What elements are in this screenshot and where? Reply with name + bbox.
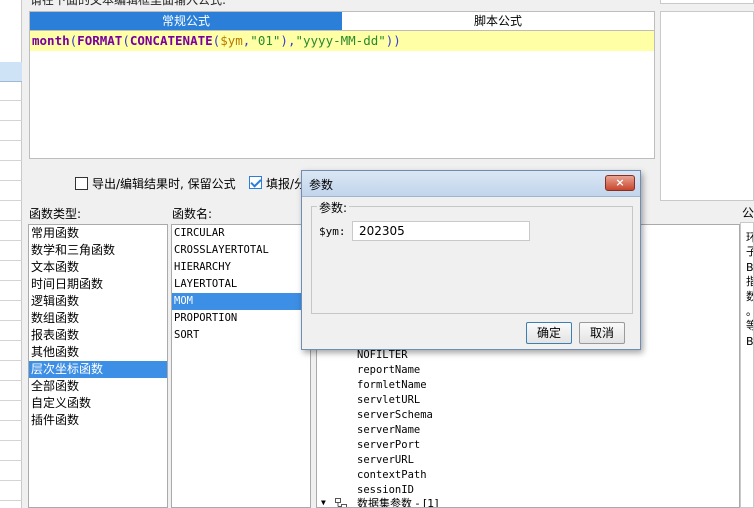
tree-node[interactable]: servletURL [357,393,420,408]
function-name-list[interactable]: CIRCULAR CROSSLAYERTOTAL HIERARCHY LAYER… [171,224,311,508]
close-icon: × [615,176,625,189]
tree-node[interactable]: serverSchema [357,408,433,423]
tab-script-formula[interactable]: 脚本公式 [342,12,654,30]
formula-tab-bar: 常规公式 脚本公式 [29,11,655,31]
list-item[interactable]: SORT [172,327,310,344]
formula-token: FORMAT [77,33,123,48]
tree-node[interactable]: formletName [357,378,427,393]
description-line: 数 [746,290,753,304]
tree-node[interactable]: serverURL [357,453,414,468]
formula-line[interactable]: month(FORMAT(CONCATENATE($ym,"01"),"yyyy… [30,31,654,51]
tree-node[interactable]: serverName [357,423,420,438]
tab-regular-formula[interactable]: 常规公式 [30,12,342,30]
dataset-icon [335,498,347,507]
list-item[interactable]: CIRCULAR [172,225,310,242]
description-line: 子 [746,245,753,259]
formula-token: CONCATENATE [129,33,213,48]
description-line: B [746,261,754,274]
tree-node-dataset-params[interactable]: 数据集参数 - [1] [357,496,439,507]
right-preview-box [660,11,754,201]
dialog-title-bar[interactable]: 参数 × [302,171,640,197]
parameters-group: 参数: $ym: 202305 [311,199,633,314]
formula-token: )) [385,33,401,48]
list-item[interactable]: 全部函数 [29,378,167,395]
function-type-list[interactable]: 常用函数 数学和三角函数 文本函数 时间日期函数 逻辑函数 数组函数 报表函数 … [28,224,168,508]
list-item[interactable]: 数学和三角函数 [29,242,167,259]
instruction-text: 请在下面的文本编辑框里面输入公式: [30,0,227,7]
list-item[interactable]: LAYERTOTAL [172,276,310,293]
formula-token: ) [280,33,288,48]
function-type-label: 函数类型: [29,207,82,221]
list-item[interactable]: 时间日期函数 [29,276,167,293]
dialog-title: 参数 [309,178,334,192]
parameter-dialog: 参数 × 参数: $ym: 202305 确定 取消 [301,170,641,350]
keep-formula-checkbox[interactable] [75,177,88,190]
param-ym-input[interactable]: 202305 [352,221,530,241]
tree-node[interactable]: NOFILTER [357,348,408,363]
list-item[interactable]: 文本函数 [29,259,167,276]
description-box: 环 子 B 指 数 。 等 B [740,222,754,508]
formula-token: $ym [220,33,243,48]
list-item[interactable]: 逻辑函数 [29,293,167,310]
formula-token: ( [122,33,130,48]
list-item[interactable]: 报表函数 [29,327,167,344]
description-line: 等 [746,319,753,333]
keep-formula-label: 导出/编辑结果时, 保留公式 [92,177,236,191]
list-item[interactable]: CROSSLAYERTOTAL [172,242,310,259]
left-panel-selected-row[interactable] [0,62,22,82]
fill-report-checkbox[interactable] [249,176,262,189]
description-line: 指 [746,275,753,289]
function-name-label: 函数名: [172,207,213,221]
description-line: 环 [746,231,753,245]
formula-token: month [32,33,70,48]
list-item-selected[interactable]: 层次坐标函数 [29,361,167,378]
list-item[interactable]: 插件函数 [29,412,167,429]
parameters-group-label: 参数: [317,199,350,216]
formula-token: "01" [250,33,281,48]
param-ym-label: $ym: [319,225,346,238]
list-item[interactable]: 自定义函数 [29,395,167,412]
list-item[interactable]: 常用函数 [29,225,167,242]
formula-editor[interactable]: month(FORMAT(CONCATENATE($ym,"01"),"yyyy… [29,31,655,159]
tree-expand-icon[interactable]: ▼ [321,499,329,507]
tree-node[interactable]: serverPort [357,438,420,453]
left-panel-strip [0,0,22,508]
formula-token: "yyyy-MM-dd" [295,33,386,48]
tree-node[interactable]: contextPath [357,468,427,483]
list-item-selected[interactable]: MOM [172,293,310,310]
list-item[interactable]: 其他函数 [29,344,167,361]
list-item[interactable]: 数组函数 [29,310,167,327]
tree-node[interactable]: reportName [357,363,420,378]
close-button[interactable]: × [605,175,635,191]
description-line: B [746,335,754,348]
ok-button[interactable]: 确定 [526,322,572,344]
cancel-button[interactable]: 取消 [579,322,625,344]
description-label: 公 [742,206,754,220]
list-item[interactable]: HIERARCHY [172,259,310,276]
right-top-field[interactable] [660,0,754,4]
description-line: 。 [746,305,753,319]
list-item[interactable]: PROPORTION [172,310,310,327]
